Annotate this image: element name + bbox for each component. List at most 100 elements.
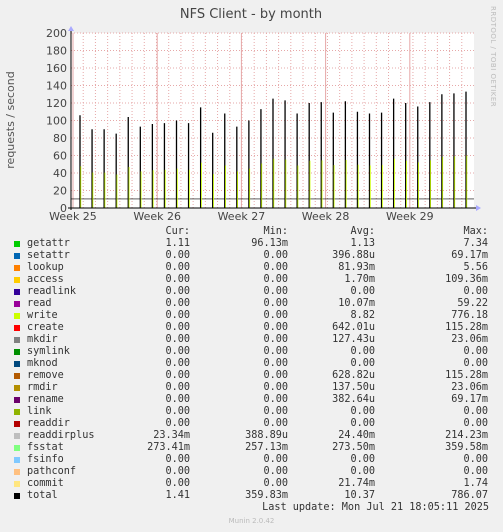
legend-swatch xyxy=(14,433,20,439)
x-tick-label: Week 26 xyxy=(133,210,181,223)
last-update: Last update: Mon Jul 21 18:05:11 2025 xyxy=(262,502,489,513)
legend-name: access xyxy=(27,274,64,285)
legend-min: 388.89u xyxy=(245,430,288,441)
legend-cur: 0.00 xyxy=(165,418,190,429)
legend-cur: 0.00 xyxy=(165,358,190,369)
legend-row: access 0.00 0.00 1.70m 109.36m xyxy=(0,274,503,286)
chart: NFS Client - by month requests / second … xyxy=(4,6,497,223)
legend-avg: 1.13 xyxy=(350,238,375,249)
legend-max: 59.22 xyxy=(457,298,488,309)
legend-min: 0.00 xyxy=(263,322,288,333)
legend-min: 0.00 xyxy=(263,298,288,309)
legend-swatch xyxy=(14,301,20,307)
legend-row: rmdir 0.00 0.00 137.50u 23.06m xyxy=(0,382,503,394)
legend-cur: 0.00 xyxy=(165,262,190,273)
legend-min: 0.00 xyxy=(263,274,288,285)
legend-row: readdirplus 23.34m 388.89u 24.40m 214.23m xyxy=(0,430,503,442)
legend-max: 0.00 xyxy=(463,358,488,369)
y-tick-label: 20 xyxy=(53,185,67,198)
chart-title: NFS Client - by month xyxy=(180,7,322,22)
y-tick-label: 120 xyxy=(46,97,67,110)
legend-swatch xyxy=(14,265,20,271)
y-ticks: 020406080100120140160180200 xyxy=(46,27,67,215)
legend-cur: 1.41 xyxy=(165,490,190,501)
legend-min: 0.00 xyxy=(263,358,288,369)
legend-name: mkdir xyxy=(27,334,58,345)
header-avg: Avg: xyxy=(350,226,375,237)
legend-avg: 0.00 xyxy=(350,286,375,297)
legend-row: readlink 0.00 0.00 0.00 0.00 xyxy=(0,286,503,298)
legend-swatch xyxy=(14,373,20,379)
legend-max: 0.00 xyxy=(463,466,488,477)
legend-cur: 0.00 xyxy=(165,478,190,489)
legend-swatch xyxy=(14,409,20,415)
legend-min: 0.00 xyxy=(263,406,288,417)
legend-cur: 0.00 xyxy=(165,382,190,393)
legend-avg: 273.50m xyxy=(332,442,375,453)
rrdtool-side-label: RRDTOOL / TOBI OETIKER xyxy=(489,6,497,107)
legend-max: 0.00 xyxy=(463,418,488,429)
legend-name: remove xyxy=(27,370,64,381)
legend-name: total xyxy=(27,490,58,501)
legend-swatch xyxy=(14,289,20,295)
legend-min: 0.00 xyxy=(263,286,288,297)
legend-swatch xyxy=(14,241,20,247)
legend-row: link 0.00 0.00 0.00 0.00 xyxy=(0,406,503,418)
legend-name: pathconf xyxy=(27,466,77,477)
legend-name: readdirplus xyxy=(27,430,95,441)
legend-min: 257.13m xyxy=(245,442,288,453)
x-axis-arrow xyxy=(476,205,481,211)
legend-avg: 0.00 xyxy=(350,406,375,417)
legend-max: 786.07 xyxy=(451,490,488,501)
legend-name: commit xyxy=(27,478,64,489)
legend-max: 7.34 xyxy=(463,238,488,249)
x-tick-label: Week 29 xyxy=(386,210,434,223)
header-min: Min: xyxy=(263,226,288,237)
legend-cur: 0.00 xyxy=(165,394,190,405)
legend-swatch xyxy=(14,325,20,331)
legend-cur: 23.34m xyxy=(153,430,190,441)
legend-avg: 127.43u xyxy=(332,334,375,345)
legend-swatch xyxy=(14,277,20,283)
legend-avg: 24.40m xyxy=(338,430,375,441)
legend-min: 359.83m xyxy=(245,490,288,501)
legend-min: 0.00 xyxy=(263,466,288,477)
legend-max: 23.06m xyxy=(451,334,488,345)
legend-name: rename xyxy=(27,394,64,405)
legend-max: 1.74 xyxy=(463,478,488,489)
x-tick-label: Week 27 xyxy=(218,210,266,223)
legend-row: total 1.41 359.83m 10.37 786.07 xyxy=(0,490,503,502)
legend-swatch xyxy=(14,313,20,319)
legend-cur: 0.00 xyxy=(165,454,190,465)
legend-min: 0.00 xyxy=(263,262,288,273)
legend-cur: 0.00 xyxy=(165,370,190,381)
legend-name: lookup xyxy=(27,262,64,273)
legend-avg: 10.07m xyxy=(338,298,375,309)
legend-max: 109.36m xyxy=(445,274,488,285)
legend-swatch xyxy=(14,385,20,391)
x-tick-label: Week 28 xyxy=(302,210,350,223)
legend: Cur: Min: Avg: Max: getattr 1.11 96.13m 1.1… xyxy=(0,226,503,502)
legend-max: 359.58m xyxy=(445,442,488,453)
y-tick-label: 180 xyxy=(46,45,67,58)
legend-name: setattr xyxy=(27,250,70,261)
legend-cur: 0.00 xyxy=(165,250,190,261)
legend-header: Cur: Min: Avg: Max: xyxy=(0,226,503,238)
legend-min: 0.00 xyxy=(263,370,288,381)
legend-avg: 628.82u xyxy=(332,370,375,381)
legend-min: 96.13m xyxy=(251,238,288,249)
legend-swatch xyxy=(14,349,20,355)
legend-max: 0.00 xyxy=(463,406,488,417)
legend-cur: 1.11 xyxy=(165,238,190,249)
x-tick-label: Week 25 xyxy=(49,210,97,223)
legend-row: mknod 0.00 0.00 0.00 0.00 xyxy=(0,358,503,370)
legend-swatch xyxy=(14,493,20,499)
legend-row: fsinfo 0.00 0.00 0.00 0.00 xyxy=(0,454,503,466)
legend-avg: 21.74m xyxy=(338,478,375,489)
legend-name: getattr xyxy=(27,238,70,249)
legend-min: 0.00 xyxy=(263,394,288,405)
legend-row: pathconf 0.00 0.00 0.00 0.00 xyxy=(0,466,503,478)
legend-row: rename 0.00 0.00 382.64u 69.17m xyxy=(0,394,503,406)
legend-max: 69.17m xyxy=(451,394,488,405)
legend-swatch xyxy=(14,253,20,259)
